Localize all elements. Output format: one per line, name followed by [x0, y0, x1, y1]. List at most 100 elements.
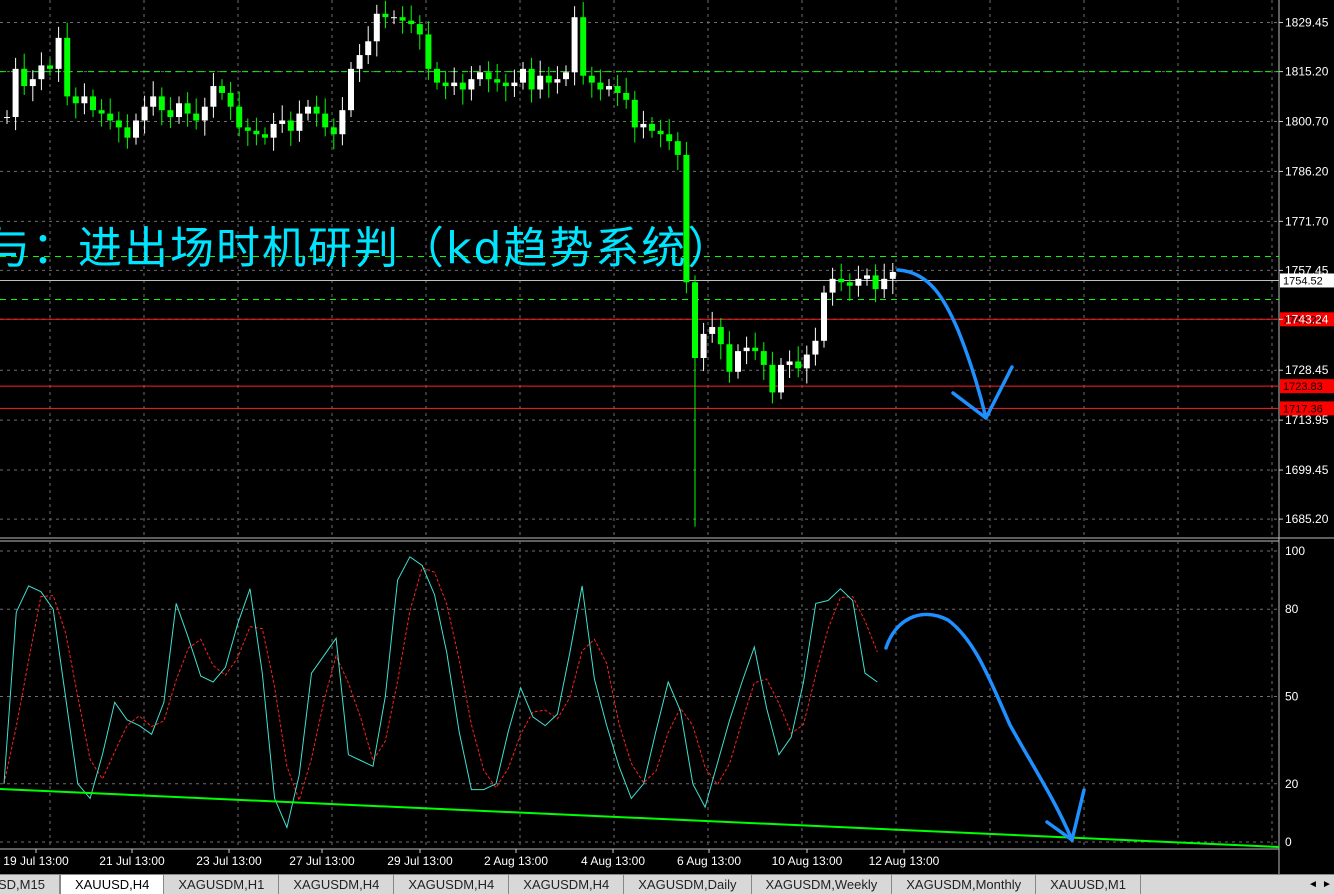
- candle-bear: [588, 75, 595, 83]
- candle-bear: [752, 347, 759, 352]
- candle-bear: [90, 96, 96, 111]
- candle-bear: [322, 113, 329, 128]
- candle-bear: [846, 282, 853, 286]
- candle-bear: [674, 141, 681, 155]
- candle-bear: [726, 344, 733, 372]
- osc-tick-label: 50: [1285, 690, 1299, 704]
- candle-bull: [821, 292, 827, 341]
- tab-item[interactable]: XAUUSD,H4: [59, 875, 165, 894]
- overlay-title: 与：进出场时机研判（kd趋势系统）: [0, 223, 734, 274]
- time-tick-label: 27 Jul 13:00: [289, 854, 355, 868]
- chart-tab-bar: SD,M15 XAUUSD,H4 XAGUSDM,H1 XAGUSDM,H4 XAGUS…: [0, 874, 1334, 894]
- candle-bear: [416, 24, 423, 35]
- candle-bear: [597, 82, 604, 90]
- candle-bear: [21, 68, 28, 87]
- price-tick-label: 1815.20: [1285, 65, 1329, 79]
- candle-bull: [373, 13, 380, 42]
- candle-bear: [614, 86, 621, 93]
- candle-bull: [279, 120, 286, 124]
- candle-bull: [296, 113, 303, 131]
- candle-bear: [262, 134, 268, 138]
- tab-item[interactable]: XAGUSDM,Weekly: [752, 875, 893, 894]
- candle-bear: [244, 127, 251, 131]
- candle-bear: [872, 275, 879, 290]
- candle-bear: [167, 110, 174, 118]
- candle-bull: [640, 123, 647, 128]
- tab-item[interactable]: SD,M15: [0, 875, 60, 894]
- candle-bear: [219, 86, 225, 93]
- candle-bear: [657, 130, 664, 135]
- candle-bear: [528, 68, 535, 90]
- candle-bear: [502, 82, 509, 87]
- time-tick-label: 6 Aug 13:00: [677, 854, 741, 868]
- candle-bear: [623, 92, 630, 100]
- candle-bull: [829, 278, 836, 293]
- candle-bull: [270, 123, 277, 138]
- candle-bull: [778, 364, 784, 393]
- candle-bear: [580, 17, 587, 76]
- down-arrow-icon: [896, 268, 988, 420]
- price-tick-label: 1786.20: [1285, 164, 1329, 178]
- candle-bull: [477, 72, 483, 80]
- candle-bear: [253, 130, 260, 135]
- tab-scroll-controls[interactable]: ◄ ►: [1306, 875, 1334, 894]
- tab-item[interactable]: XAGUSDM,H4: [509, 875, 625, 894]
- candle-bull: [881, 278, 888, 290]
- down-arrow-icon: [884, 612, 1074, 842]
- candle-bear: [631, 99, 638, 128]
- price-tick-label: 1757.45: [1285, 263, 1329, 277]
- price-tick-label: 1771.70: [1285, 214, 1329, 228]
- candle-bull: [864, 275, 870, 279]
- osc-tick-label: 100: [1285, 544, 1305, 558]
- candle-bear: [330, 127, 337, 135]
- tab-item[interactable]: XAUUSD,M1: [1036, 875, 1141, 894]
- candle-bear: [442, 82, 449, 87]
- candle-bear: [494, 79, 501, 83]
- candle-bull: [855, 278, 862, 286]
- candle-bull: [735, 351, 741, 372]
- candle-bull: [29, 79, 36, 87]
- scroll-right-icon[interactable]: ►: [1322, 879, 1332, 890]
- candle-bear: [408, 20, 415, 25]
- candle-bull: [12, 68, 19, 118]
- candle-bear: [193, 113, 200, 121]
- candle-bull: [537, 75, 544, 90]
- time-tick-label: 23 Jul 13:00: [196, 854, 262, 868]
- tab-item[interactable]: XAGUSDM,H4: [394, 875, 510, 894]
- candle-bull: [305, 106, 311, 114]
- candle-bull: [812, 340, 819, 355]
- candle-bull: [468, 79, 475, 90]
- scroll-left-icon[interactable]: ◄: [1308, 879, 1318, 890]
- price-tick-label: 1699.45: [1285, 463, 1329, 477]
- candle-bull: [150, 96, 157, 107]
- candle-bull: [81, 96, 88, 104]
- candle-bull: [141, 106, 148, 121]
- candle-bear: [313, 106, 320, 114]
- tab-item[interactable]: XAGUSDM,H1: [164, 875, 280, 894]
- osc-tick-label: 20: [1285, 777, 1299, 791]
- chart-area[interactable]: 1743.241723.831717.361754.52 1829.45 1815…: [0, 0, 1334, 874]
- time-tick-label: 21 Jul 13:00: [99, 854, 165, 868]
- price-levels: 1743.241723.831717.361754.52: [0, 273, 1334, 416]
- candle-bear: [425, 34, 432, 69]
- candle-bull: [176, 103, 182, 118]
- candle-bull: [563, 72, 569, 80]
- candle-bull: [451, 82, 458, 87]
- candle-bull: [38, 65, 45, 80]
- candle-bull: [210, 86, 217, 107]
- tab-item[interactable]: XAGUSDM,Monthly: [892, 875, 1037, 894]
- candle-bear: [485, 72, 492, 80]
- price-tick-label: 1829.45: [1285, 16, 1329, 30]
- tab-item[interactable]: XAGUSDM,Daily: [624, 875, 752, 894]
- candle-bear: [107, 113, 114, 121]
- candle-bull: [391, 17, 397, 19]
- tab-item[interactable]: XAGUSDM,H4: [279, 875, 395, 894]
- candle-bear: [399, 17, 406, 21]
- osc-tick-label: 80: [1285, 602, 1299, 616]
- candle-bear: [236, 106, 243, 128]
- candle-bull: [520, 68, 526, 83]
- price-tick-label: 1800.70: [1285, 115, 1329, 129]
- candle-bull: [511, 82, 518, 87]
- candle-bull: [4, 117, 10, 119]
- candle-bull: [133, 120, 139, 138]
